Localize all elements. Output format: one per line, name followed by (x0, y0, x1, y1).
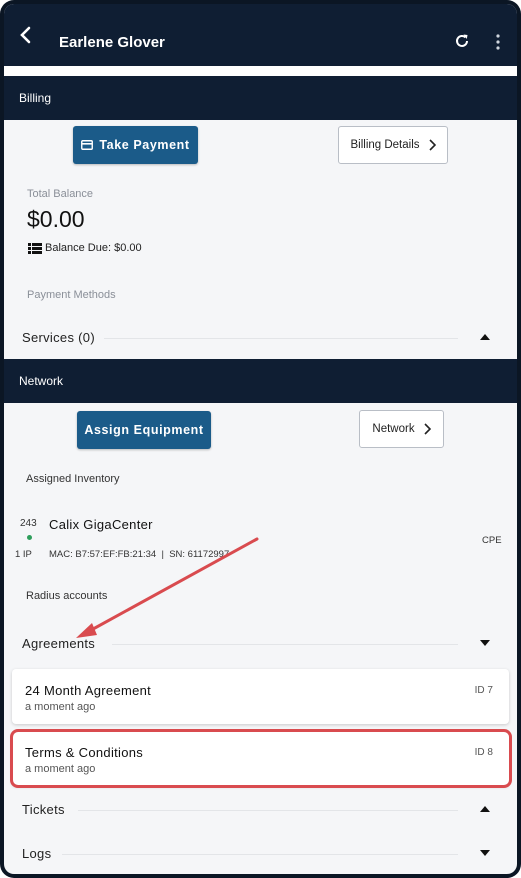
tickets-collapse-row[interactable]: Tickets (4, 798, 517, 822)
divider (104, 338, 458, 339)
balance-due-text: Balance Due: $0.00 (45, 242, 142, 254)
agreement-name: 24 Month Agreement (25, 683, 152, 698)
equipment-item[interactable]: 243 1 IP Calix GigaCenter MAC: B7:57:EF:… (4, 512, 517, 564)
back-arrow-icon[interactable] (18, 26, 32, 44)
caret-down-icon[interactable] (480, 850, 490, 856)
ip-count: 1 IP (15, 549, 32, 560)
radius-accounts-label: Radius accounts (26, 590, 108, 602)
assigned-inventory-label: Assigned Inventory (26, 473, 120, 485)
caret-up-icon[interactable] (480, 806, 490, 812)
network-button-label: Network (372, 423, 415, 435)
app-screen: Earlene Glover Billing Take Payment Bill… (4, 4, 517, 874)
services-label: Services (0) (22, 330, 95, 345)
equipment-details: MAC: B7:57:EF:FB:21:34 | SN: 61172997 (49, 549, 230, 560)
annotation-highlight-box (10, 729, 512, 788)
equipment-type: CPE (482, 535, 502, 546)
services-collapse-row[interactable]: Services (0) (4, 326, 517, 350)
header-spacer (4, 66, 517, 76)
status-dot (27, 535, 32, 540)
agreement-card[interactable]: 24 Month Agreement a moment ago ID 7 (12, 669, 509, 724)
logs-label: Logs (22, 846, 52, 861)
list-icon (28, 242, 42, 254)
payment-methods-label: Payment Methods (27, 289, 116, 301)
page-title: Earlene Glover (59, 34, 165, 51)
network-button[interactable]: Network (359, 410, 444, 448)
agreements-collapse-row[interactable]: Agreements (4, 632, 517, 656)
credit-card-icon (81, 140, 94, 150)
app-bar: Earlene Glover (4, 4, 517, 66)
tickets-label: Tickets (22, 802, 65, 817)
equipment-name: Calix GigaCenter (49, 517, 153, 532)
logs-collapse-row[interactable]: Logs (4, 842, 517, 866)
take-payment-label: Take Payment (99, 138, 190, 152)
agreement-id: ID 7 (474, 685, 493, 696)
refresh-icon[interactable] (454, 33, 470, 49)
balance-due-row: Balance Due: $0.00 (28, 242, 142, 254)
equipment-number: 243 (20, 518, 37, 529)
total-balance-value: $0.00 (27, 206, 85, 232)
assign-equipment-label: Assign Equipment (84, 423, 204, 437)
network-section-header: Network (4, 359, 517, 403)
more-vertical-icon[interactable] (494, 34, 502, 50)
chevron-right-icon (428, 139, 436, 151)
agreement-time: a moment ago (25, 701, 96, 713)
caret-up-icon[interactable] (480, 334, 490, 340)
device-frame: Earlene Glover Billing Take Payment Bill… (0, 0, 521, 878)
billing-section-header: Billing (4, 76, 517, 120)
caret-down-icon[interactable] (480, 640, 490, 646)
total-balance-label: Total Balance (27, 188, 94, 200)
take-payment-button[interactable]: Take Payment (73, 126, 198, 164)
chevron-right-icon (424, 423, 431, 435)
assign-equipment-button[interactable]: Assign Equipment (77, 411, 211, 449)
billing-details-button[interactable]: Billing Details (338, 126, 448, 164)
divider (112, 644, 458, 645)
billing-details-label: Billing Details (350, 139, 420, 151)
divider (62, 854, 458, 855)
divider (78, 810, 458, 811)
agreements-label: Agreements (22, 636, 96, 651)
